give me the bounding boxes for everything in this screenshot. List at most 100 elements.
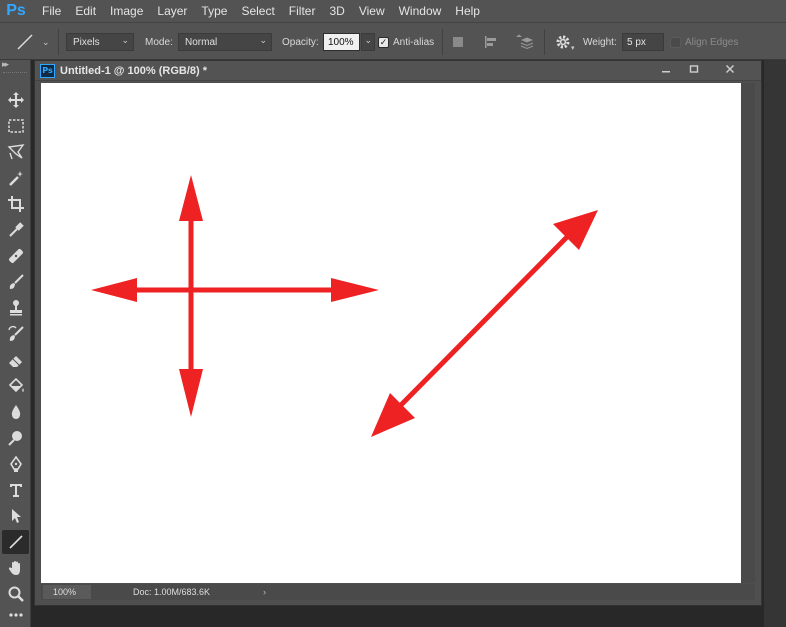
eraser-tool[interactable]	[2, 348, 29, 372]
marquee-tool-icon	[7, 119, 24, 133]
pixels-dropdown[interactable]: Pixels ⌄	[66, 33, 134, 51]
brush-tool-icon	[9, 274, 24, 289]
chevron-down-icon: ⌄	[259, 35, 267, 45]
minimize-button[interactable]	[651, 61, 681, 77]
divider	[544, 29, 545, 55]
chevron-right-icon[interactable]: ›	[263, 587, 266, 597]
photoshop-logo: Ps	[6, 2, 26, 19]
lasso-tool[interactable]	[2, 140, 29, 164]
paint-bucket-tool-icon	[8, 377, 24, 393]
menu-layer[interactable]: Layer	[150, 0, 194, 22]
path-alignment-button[interactable]	[483, 23, 499, 61]
pen-tool[interactable]	[2, 452, 29, 476]
menu-window[interactable]: Window	[392, 0, 449, 22]
path-operations-icon	[453, 37, 463, 47]
bottom-arrowhead	[179, 369, 203, 417]
dodge-tool-icon	[7, 431, 22, 446]
healing-brush-tool[interactable]	[2, 244, 29, 268]
brush-tool[interactable]	[2, 270, 29, 294]
menu-edit[interactable]: Edit	[68, 0, 103, 22]
opacity-dropdown-button[interactable]: ⌄	[361, 33, 375, 51]
ps-document-icon: Ps	[40, 63, 55, 78]
eraser-tool-icon	[8, 356, 22, 367]
canvas[interactable]	[41, 83, 741, 583]
right-arrowhead	[331, 278, 379, 302]
lasso-tool-icon	[7, 144, 25, 160]
path-arrangement-button[interactable]	[513, 23, 533, 61]
tool-preset-picker[interactable]: ⌄	[14, 23, 50, 61]
type-tool[interactable]	[2, 478, 29, 502]
move-tool[interactable]	[2, 88, 29, 112]
panel-grip[interactable]	[3, 72, 27, 74]
gear-icon	[556, 35, 570, 49]
opacity-label: Opacity:	[282, 36, 319, 48]
menu-type[interactable]: Type	[194, 0, 234, 22]
menu-view[interactable]: View	[352, 0, 392, 22]
align-edges-checkbox[interactable]	[670, 36, 681, 48]
crossed-arrows	[91, 175, 379, 417]
maximize-icon	[689, 65, 699, 73]
weight-label: Weight:	[583, 36, 617, 48]
magic-wand-tool[interactable]	[2, 166, 29, 190]
zoom-level-field[interactable]: 100%	[43, 585, 91, 599]
geometry-options-button[interactable]: ▾	[555, 23, 575, 61]
type-tool-icon	[9, 484, 22, 497]
eyedropper-tool-icon	[8, 222, 24, 237]
path-alignment-icon	[485, 36, 496, 48]
mode-value: Normal	[185, 36, 218, 48]
chevron-down-icon: ⌄	[121, 35, 129, 45]
menu-help[interactable]: Help	[448, 0, 487, 22]
menu-image[interactable]: Image	[103, 0, 150, 22]
clone-stamp-tool[interactable]	[2, 296, 29, 320]
diagonal-arrow-shaft	[399, 235, 569, 407]
chevron-down-icon: ⌄	[42, 36, 50, 47]
opacity-input[interactable]: 100%	[323, 33, 360, 51]
dodge-tool[interactable]	[2, 426, 29, 450]
paint-bucket-tool[interactable]	[2, 374, 29, 398]
document-size-info: Doc: 1.00M/683.6K	[133, 587, 211, 597]
magic-wand-tool-icon	[8, 171, 23, 186]
eyedropper-tool[interactable]	[2, 218, 29, 242]
divider	[442, 29, 443, 55]
zoom-tool[interactable]	[2, 582, 29, 606]
crop-tool[interactable]	[2, 192, 29, 216]
left-arrowhead	[91, 278, 137, 302]
weight-input[interactable]: 5 px	[622, 33, 664, 51]
small-triangle-icon: ▾	[571, 45, 575, 52]
mode-dropdown[interactable]: Normal ⌄	[178, 33, 272, 51]
collapse-panel-icon[interactable]: ▸▸	[2, 60, 9, 70]
crop-tool-icon	[7, 196, 24, 212]
line-tool[interactable]	[2, 530, 29, 554]
document-tab[interactable]: Ps Untitled-1 @ 100% (RGB/8) *	[35, 61, 761, 81]
antialias-label: Anti-alias	[393, 36, 435, 48]
align-edges-label: Align Edges	[685, 36, 739, 48]
zoom-tool-icon	[8, 586, 24, 602]
path-selection-tool-icon	[11, 509, 21, 523]
path-selection-tool[interactable]	[2, 504, 29, 528]
blur-tool-icon	[11, 405, 20, 419]
menu-filter[interactable]: Filter	[282, 0, 323, 22]
hand-tool[interactable]	[2, 556, 29, 580]
blur-tool[interactable]	[2, 400, 29, 424]
maximize-button[interactable]	[679, 61, 709, 77]
marquee-tool[interactable]	[2, 114, 29, 138]
document-window: Ps Untitled-1 @ 100% (RGB/8) * 100% Doc:…	[34, 60, 762, 606]
more-tools-button[interactable]	[2, 606, 29, 624]
menu-3d[interactable]: 3D	[322, 0, 351, 22]
history-brush-tool[interactable]	[2, 322, 29, 346]
hand-tool-icon	[8, 561, 20, 575]
path-operations-button[interactable]	[450, 23, 466, 61]
tools-panel: ▸▸	[0, 60, 31, 627]
history-brush-tool-icon	[7, 325, 24, 341]
close-button[interactable]	[715, 61, 745, 77]
minimize-icon	[662, 71, 670, 73]
menu-select[interactable]: Select	[234, 0, 281, 22]
diagonal-arrow	[371, 210, 598, 437]
menu-file[interactable]: File	[32, 0, 68, 22]
antialias-checkbox[interactable]: ✓	[378, 36, 389, 48]
healing-brush-tool-icon	[8, 249, 23, 263]
line-tool-icon	[8, 535, 23, 549]
clone-stamp-tool-icon	[9, 300, 22, 316]
move-tool-icon	[7, 92, 24, 108]
vertical-scrollbar[interactable]	[741, 83, 755, 583]
